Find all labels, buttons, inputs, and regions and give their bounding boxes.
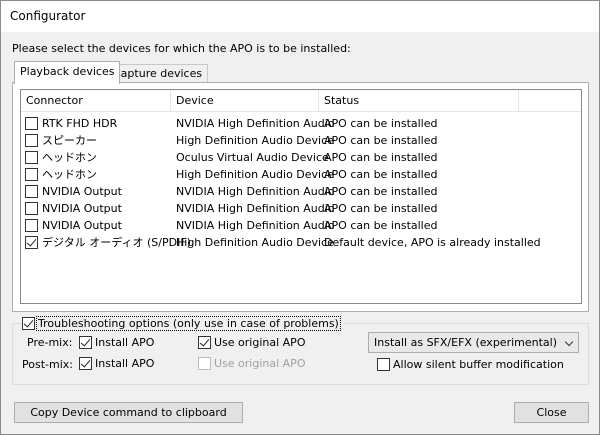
- close-button[interactable]: Close: [514, 402, 589, 423]
- table-row[interactable]: RTK FHD HDR NVIDIA High Definition Audio A…: [21, 115, 581, 132]
- postmix-use-original-label: Use original APO: [214, 357, 306, 370]
- connector-name: NVIDIA Output: [42, 219, 122, 232]
- row-checkbox[interactable]: [25, 167, 38, 181]
- connector-name: NVIDIA Output: [42, 185, 122, 198]
- tab-playback-devices[interactable]: Playback devices: [14, 61, 121, 84]
- list-header: Connector Device Status: [21, 90, 581, 112]
- connector-name: スピーカー: [42, 134, 97, 147]
- connector-cell: NVIDIA Output: [25, 200, 122, 217]
- status-cell: APO can be installed: [324, 219, 438, 232]
- table-row[interactable]: ヘッドホン High Definition Audio Device APO can…: [21, 166, 581, 183]
- connector-name: ヘッドホン: [42, 168, 97, 181]
- row-checkbox[interactable]: [25, 201, 38, 215]
- postmix-install-checkbox[interactable]: [79, 356, 92, 370]
- table-row[interactable]: デジタル オーディオ (S/PDIF) High Definition Audio…: [21, 234, 581, 251]
- allow-silent-buffer-option[interactable]: Allow silent buffer modification: [377, 357, 564, 373]
- allow-silent-buffer-checkbox[interactable]: [377, 357, 390, 371]
- connector-cell: NVIDIA Output: [25, 183, 122, 200]
- table-row[interactable]: NVIDIA Output NVIDIA High Definition Audi…: [21, 217, 581, 234]
- configurator-window: Configurator Please select the devices f…: [0, 0, 600, 435]
- premix-label: Pre-mix:: [27, 336, 73, 349]
- copy-device-command-button[interactable]: Copy Device command to clipboard: [14, 402, 243, 423]
- column-header-connector[interactable]: Connector: [21, 90, 171, 112]
- connector-name: NVIDIA Output: [42, 202, 122, 215]
- connector-cell: RTK FHD HDR: [25, 115, 117, 132]
- playback-devices-panel: Connector Device Status RTK FHD HDR NVIDI…: [12, 82, 589, 312]
- connector-name: ヘッドホン: [42, 151, 97, 164]
- device-cell: NVIDIA High Definition Audio: [176, 117, 335, 130]
- status-cell: Default device, APO is already installed: [324, 236, 541, 249]
- column-header-device[interactable]: Device: [171, 90, 319, 112]
- device-cell: NVIDIA High Definition Audio: [176, 219, 335, 232]
- device-cell: NVIDIA High Definition Audio: [176, 202, 335, 215]
- troubleshooting-toggle[interactable]: Troubleshooting options (only use in cas…: [21, 316, 343, 332]
- row-checkbox[interactable]: [25, 150, 38, 164]
- install-mode-dropdown[interactable]: Install as SFX/EFX (experimental): [368, 332, 579, 353]
- table-row[interactable]: NVIDIA Output NVIDIA High Definition Audi…: [21, 200, 581, 217]
- premix-install-checkbox[interactable]: [79, 335, 92, 349]
- device-cell: High Definition Audio Device: [176, 134, 334, 147]
- row-checkbox[interactable]: [25, 133, 38, 147]
- device-cell: High Definition Audio Device: [176, 236, 334, 249]
- postmix-label: Post-mix:: [22, 358, 73, 371]
- premix-use-original-label: Use original APO: [214, 336, 306, 349]
- install-mode-value: Install as SFX/EFX (experimental): [374, 336, 557, 349]
- status-cell: APO can be installed: [324, 168, 438, 181]
- status-cell: APO can be installed: [324, 185, 438, 198]
- device-cell: Oculus Virtual Audio Device: [176, 151, 329, 164]
- table-row[interactable]: NVIDIA Output NVIDIA High Definition Audi…: [21, 183, 581, 200]
- column-header-status[interactable]: Status: [319, 90, 519, 112]
- device-cell: High Definition Audio Device: [176, 168, 334, 181]
- status-cell: APO can be installed: [324, 202, 438, 215]
- table-row[interactable]: スピーカー High Definition Audio Device APO can…: [21, 132, 581, 149]
- tab-capture-devices[interactable]: Capture devices: [107, 64, 209, 82]
- row-checkbox[interactable]: [25, 116, 38, 130]
- premix-install-label: Install APO: [95, 336, 155, 349]
- status-cell: APO can be installed: [324, 134, 438, 147]
- status-cell: APO can be installed: [324, 117, 438, 130]
- connector-cell: ヘッドホン: [25, 166, 97, 183]
- postmix-use-original-apo: Use original APO: [198, 356, 305, 372]
- troubleshooting-label: Troubleshooting options (only use in cas…: [36, 316, 341, 331]
- premix-use-original-checkbox[interactable]: [198, 335, 211, 349]
- postmix-install-apo[interactable]: Install APO: [79, 356, 154, 372]
- device-cell: NVIDIA High Definition Audio: [176, 185, 335, 198]
- chevron-down-icon: [564, 337, 574, 347]
- table-row[interactable]: ヘッドホン Oculus Virtual Audio Device APO can …: [21, 149, 581, 166]
- row-checkbox[interactable]: [25, 235, 38, 249]
- connector-name: デジタル オーディオ (S/PDIF): [42, 236, 191, 249]
- connector-cell: NVIDIA Output: [25, 217, 122, 234]
- device-list[interactable]: Connector Device Status RTK FHD HDR NVIDI…: [20, 89, 582, 304]
- instruction-text: Please select the devices for which the …: [12, 42, 351, 55]
- premix-install-apo[interactable]: Install APO: [79, 335, 154, 351]
- postmix-use-original-checkbox: [198, 356, 211, 370]
- connector-cell: ヘッドホン: [25, 149, 97, 166]
- connector-cell: デジタル オーディオ (S/PDIF): [25, 234, 191, 251]
- window-title: Configurator: [10, 9, 86, 23]
- allow-silent-buffer-label: Allow silent buffer modification: [393, 358, 564, 371]
- connector-cell: スピーカー: [25, 132, 97, 149]
- row-checkbox[interactable]: [25, 218, 38, 232]
- connector-name: RTK FHD HDR: [42, 117, 118, 130]
- troubleshooting-checkbox[interactable]: [22, 316, 35, 330]
- row-checkbox[interactable]: [25, 184, 38, 198]
- title-bar: Configurator: [1, 1, 599, 32]
- status-cell: APO can be installed: [324, 151, 438, 164]
- premix-use-original-apo[interactable]: Use original APO: [198, 335, 305, 351]
- postmix-install-label: Install APO: [95, 357, 155, 370]
